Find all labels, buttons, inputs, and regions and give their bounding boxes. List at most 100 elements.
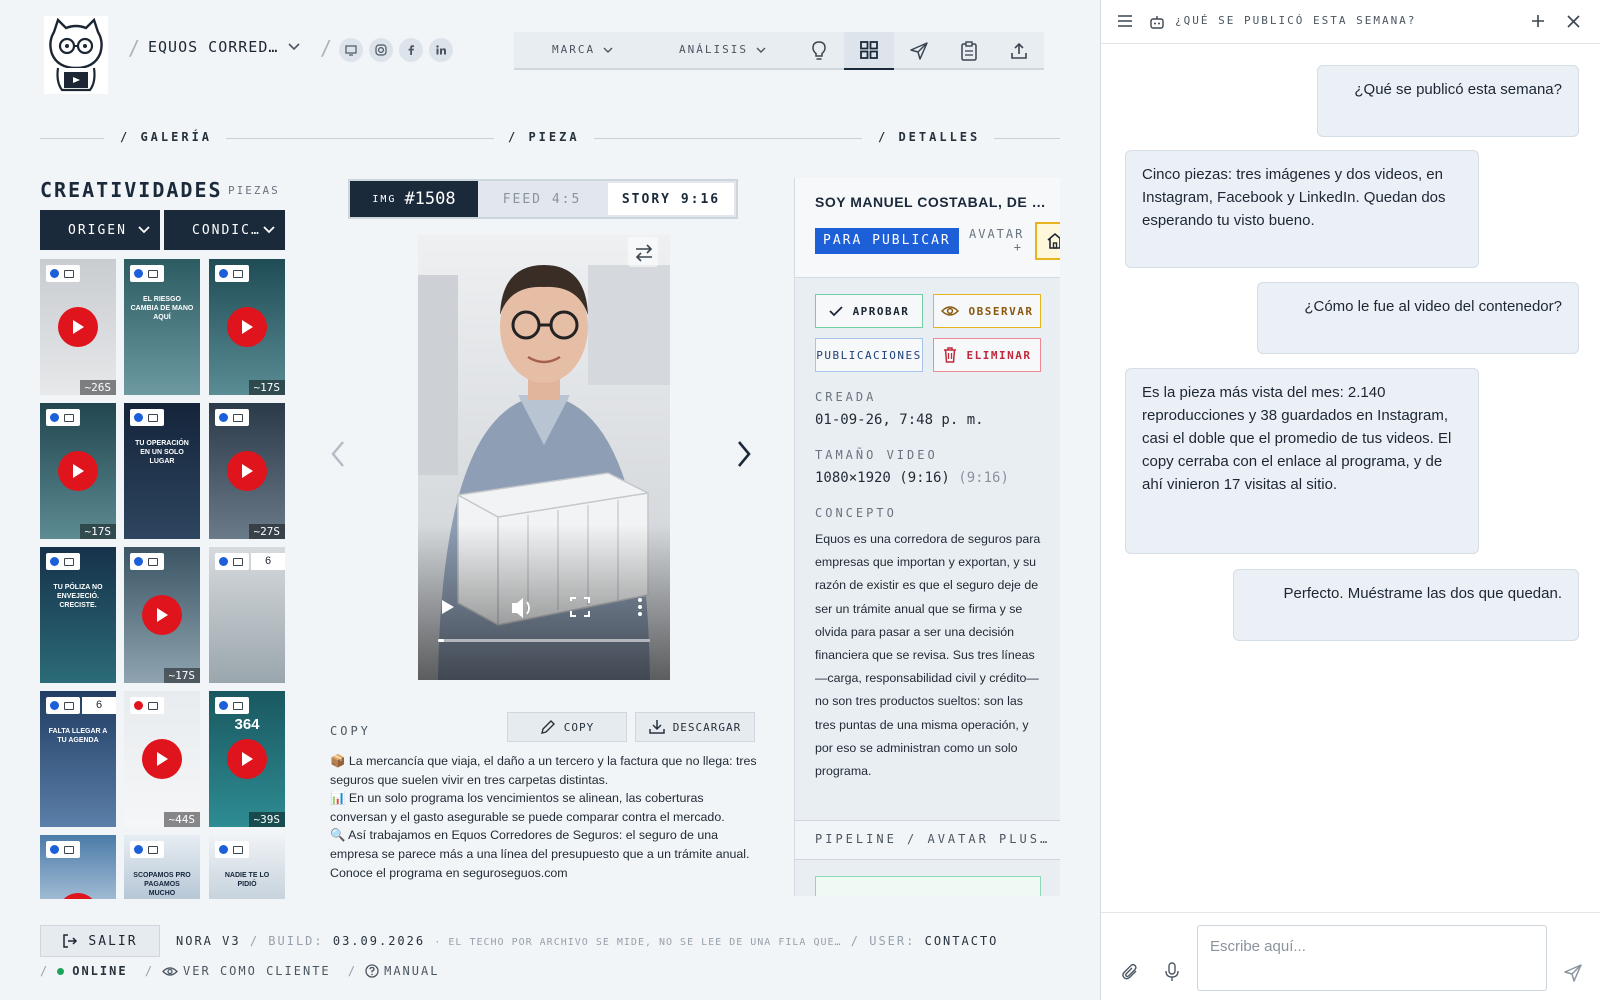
gallery-thumb[interactable]: EL RIESGO CAMBIA DE MANO AQUÍ xyxy=(124,259,200,395)
publications-button[interactable]: PUBLICACIONES xyxy=(815,338,923,372)
publications-label: PUBLICACIONES xyxy=(816,348,922,362)
close-chat-button[interactable] xyxy=(1567,15,1580,28)
gallery-thumb[interactable]: ~44S xyxy=(124,691,200,827)
pipeline-section[interactable]: PIPELINE / AVATAR PLUS… xyxy=(795,820,1060,860)
calendar-button[interactable] xyxy=(944,32,994,70)
chat-message-assistant: Es la pieza más vista del mes: 2.140 rep… xyxy=(1125,368,1479,554)
upload-button[interactable] xyxy=(994,32,1044,70)
approve-label: APROBAR xyxy=(852,304,910,318)
delete-button[interactable]: ELIMINAR xyxy=(933,338,1041,372)
tab-feed[interactable]: FEED 4:5 xyxy=(478,181,606,217)
gallery-thumb[interactable]: ~17S xyxy=(40,403,116,539)
gallery-thumb[interactable]: ~17S xyxy=(209,259,285,395)
sparkle-icon xyxy=(64,557,74,566)
send-message-button[interactable] xyxy=(1563,963,1583,983)
video-icon xyxy=(233,701,243,710)
filter-origin[interactable]: ORIGEN xyxy=(40,210,160,250)
thumb-status-chip xyxy=(46,553,80,570)
gallery-thumb[interactable]: ~17S xyxy=(124,547,200,683)
gallery-thumb[interactable]: TU PÓLIZA NO ENVEJECIÓ. CRECISTE. xyxy=(40,547,116,683)
chevron-down-icon xyxy=(263,226,275,234)
gallery-thumb[interactable]: ~27S xyxy=(209,403,285,539)
divider xyxy=(226,138,494,139)
client-view-link[interactable]: VER COMO CLIENTE xyxy=(162,964,331,978)
video-duration: ~27S xyxy=(248,524,285,539)
video-size-value: 1080×1920 (9:16) (9:16) xyxy=(815,470,1009,486)
video-size-label: TAMAÑO VIDEO xyxy=(815,448,938,462)
gallery-thumb[interactable]: 6 xyxy=(209,547,285,683)
brand-menu[interactable]: MARCA xyxy=(552,43,613,56)
gallery-thumb[interactable]: TU OPERACIÓN EN UN SOLO LUGAR xyxy=(124,403,200,539)
next-piece-arrow[interactable] xyxy=(736,440,752,468)
logout-button[interactable]: SALIR xyxy=(40,925,160,957)
gallery-thumb[interactable]: 6 FALTA LLEGAR A TU AGENDA xyxy=(40,691,116,827)
tab-img[interactable]: IMG #1508 xyxy=(350,181,478,217)
online-dot xyxy=(57,967,65,975)
manual-label: MANUAL xyxy=(384,964,440,978)
gallery-thumb[interactable] xyxy=(40,835,116,899)
help-circle-icon xyxy=(365,964,379,978)
online-status: ONLINE xyxy=(72,964,128,978)
publish-button[interactable] xyxy=(894,32,944,70)
filter-origin-label: ORIGEN xyxy=(68,222,127,238)
gallery-thumb[interactable]: NADIE TE LO PIDIÓ xyxy=(209,835,285,899)
avatar-plus-label: AVATAR + xyxy=(969,227,1025,254)
menu-button[interactable] xyxy=(1117,14,1133,28)
chevron-down-icon xyxy=(756,47,766,53)
format-tabs: IMG #1508 FEED 4:5 STORY 9:16 xyxy=(348,179,738,219)
download-button[interactable]: DESCARGAR xyxy=(635,712,755,742)
logo-cat-icon xyxy=(44,16,108,94)
desktop-icon[interactable] xyxy=(339,38,363,62)
play-icon xyxy=(58,893,98,899)
layers-icon xyxy=(64,701,74,710)
instagram-icon[interactable] xyxy=(369,38,393,62)
gallery-thumb[interactable]: SCOPAMOS PRO PAGAMOS MUCHO xyxy=(124,835,200,899)
assistant-chat-panel: ¿QUÉ SE PUBLICÓ ESTA SEMANA? ¿Qué se pub… xyxy=(1100,0,1600,1000)
piece-title: SOY MANUEL COSTABAL, DE E… xyxy=(815,194,1047,210)
brand-selector[interactable]: EQUOS CORRED… xyxy=(148,38,300,56)
observe-button[interactable]: OBSERVAR xyxy=(933,294,1041,328)
analysis-menu[interactable]: ANÁLISIS xyxy=(679,43,766,56)
prev-piece-arrow[interactable] xyxy=(330,440,346,468)
new-chat-button[interactable] xyxy=(1531,14,1545,28)
play-icon xyxy=(58,307,98,347)
chevron-down-icon xyxy=(138,226,150,234)
linkedin-icon[interactable] xyxy=(429,38,453,62)
manual-link[interactable]: MANUAL xyxy=(365,964,439,978)
ideas-button[interactable] xyxy=(794,32,844,70)
edit-copy-button[interactable]: COPY xyxy=(507,712,627,742)
tab-story[interactable]: STORY 9:16 xyxy=(608,183,734,215)
gallery-thumb[interactable]: 364 ~39S xyxy=(209,691,285,827)
attach-button[interactable] xyxy=(1121,963,1139,981)
filter-condition[interactable]: CONDIC… xyxy=(164,210,285,250)
video-duration: ~39S xyxy=(248,812,285,827)
status-dot xyxy=(50,701,59,710)
thumb-status-chip xyxy=(215,265,249,282)
bot-icon xyxy=(1149,14,1165,30)
home-button[interactable] xyxy=(1035,222,1060,260)
thumb-status-chip xyxy=(130,841,164,858)
voice-button[interactable] xyxy=(1165,962,1179,982)
approve-button[interactable]: APROBAR xyxy=(815,294,923,328)
gallery-view-button[interactable] xyxy=(844,32,894,70)
sparkle-icon xyxy=(148,413,158,422)
thumb-poster-text: SCOPAMOS PRO PAGAMOS MUCHO xyxy=(133,872,191,897)
chat-message-user: ¿Qué se publicó esta semana? xyxy=(1317,65,1579,137)
status-dot xyxy=(134,557,143,566)
video-player[interactable] xyxy=(418,235,670,680)
facebook-icon[interactable] xyxy=(399,38,423,62)
play-icon xyxy=(142,739,182,779)
video-duration: ~17S xyxy=(248,380,285,395)
footer-note: · EL TECHO POR ARCHIVO SE MIDE, NO SE LE… xyxy=(434,937,842,948)
video-icon xyxy=(64,845,74,854)
chat-composer: Escribe aquí... xyxy=(1101,912,1600,1000)
edit-copy-label: COPY xyxy=(563,720,595,734)
play-icon xyxy=(227,307,267,347)
chat-input[interactable]: Escribe aquí... xyxy=(1197,925,1547,991)
status-dot xyxy=(134,701,143,710)
gallery-thumb[interactable]: ~26S xyxy=(40,259,116,395)
divider xyxy=(594,138,862,139)
observe-label: OBSERVAR xyxy=(968,304,1034,318)
play-icon xyxy=(227,739,267,779)
play-icon xyxy=(142,595,182,635)
